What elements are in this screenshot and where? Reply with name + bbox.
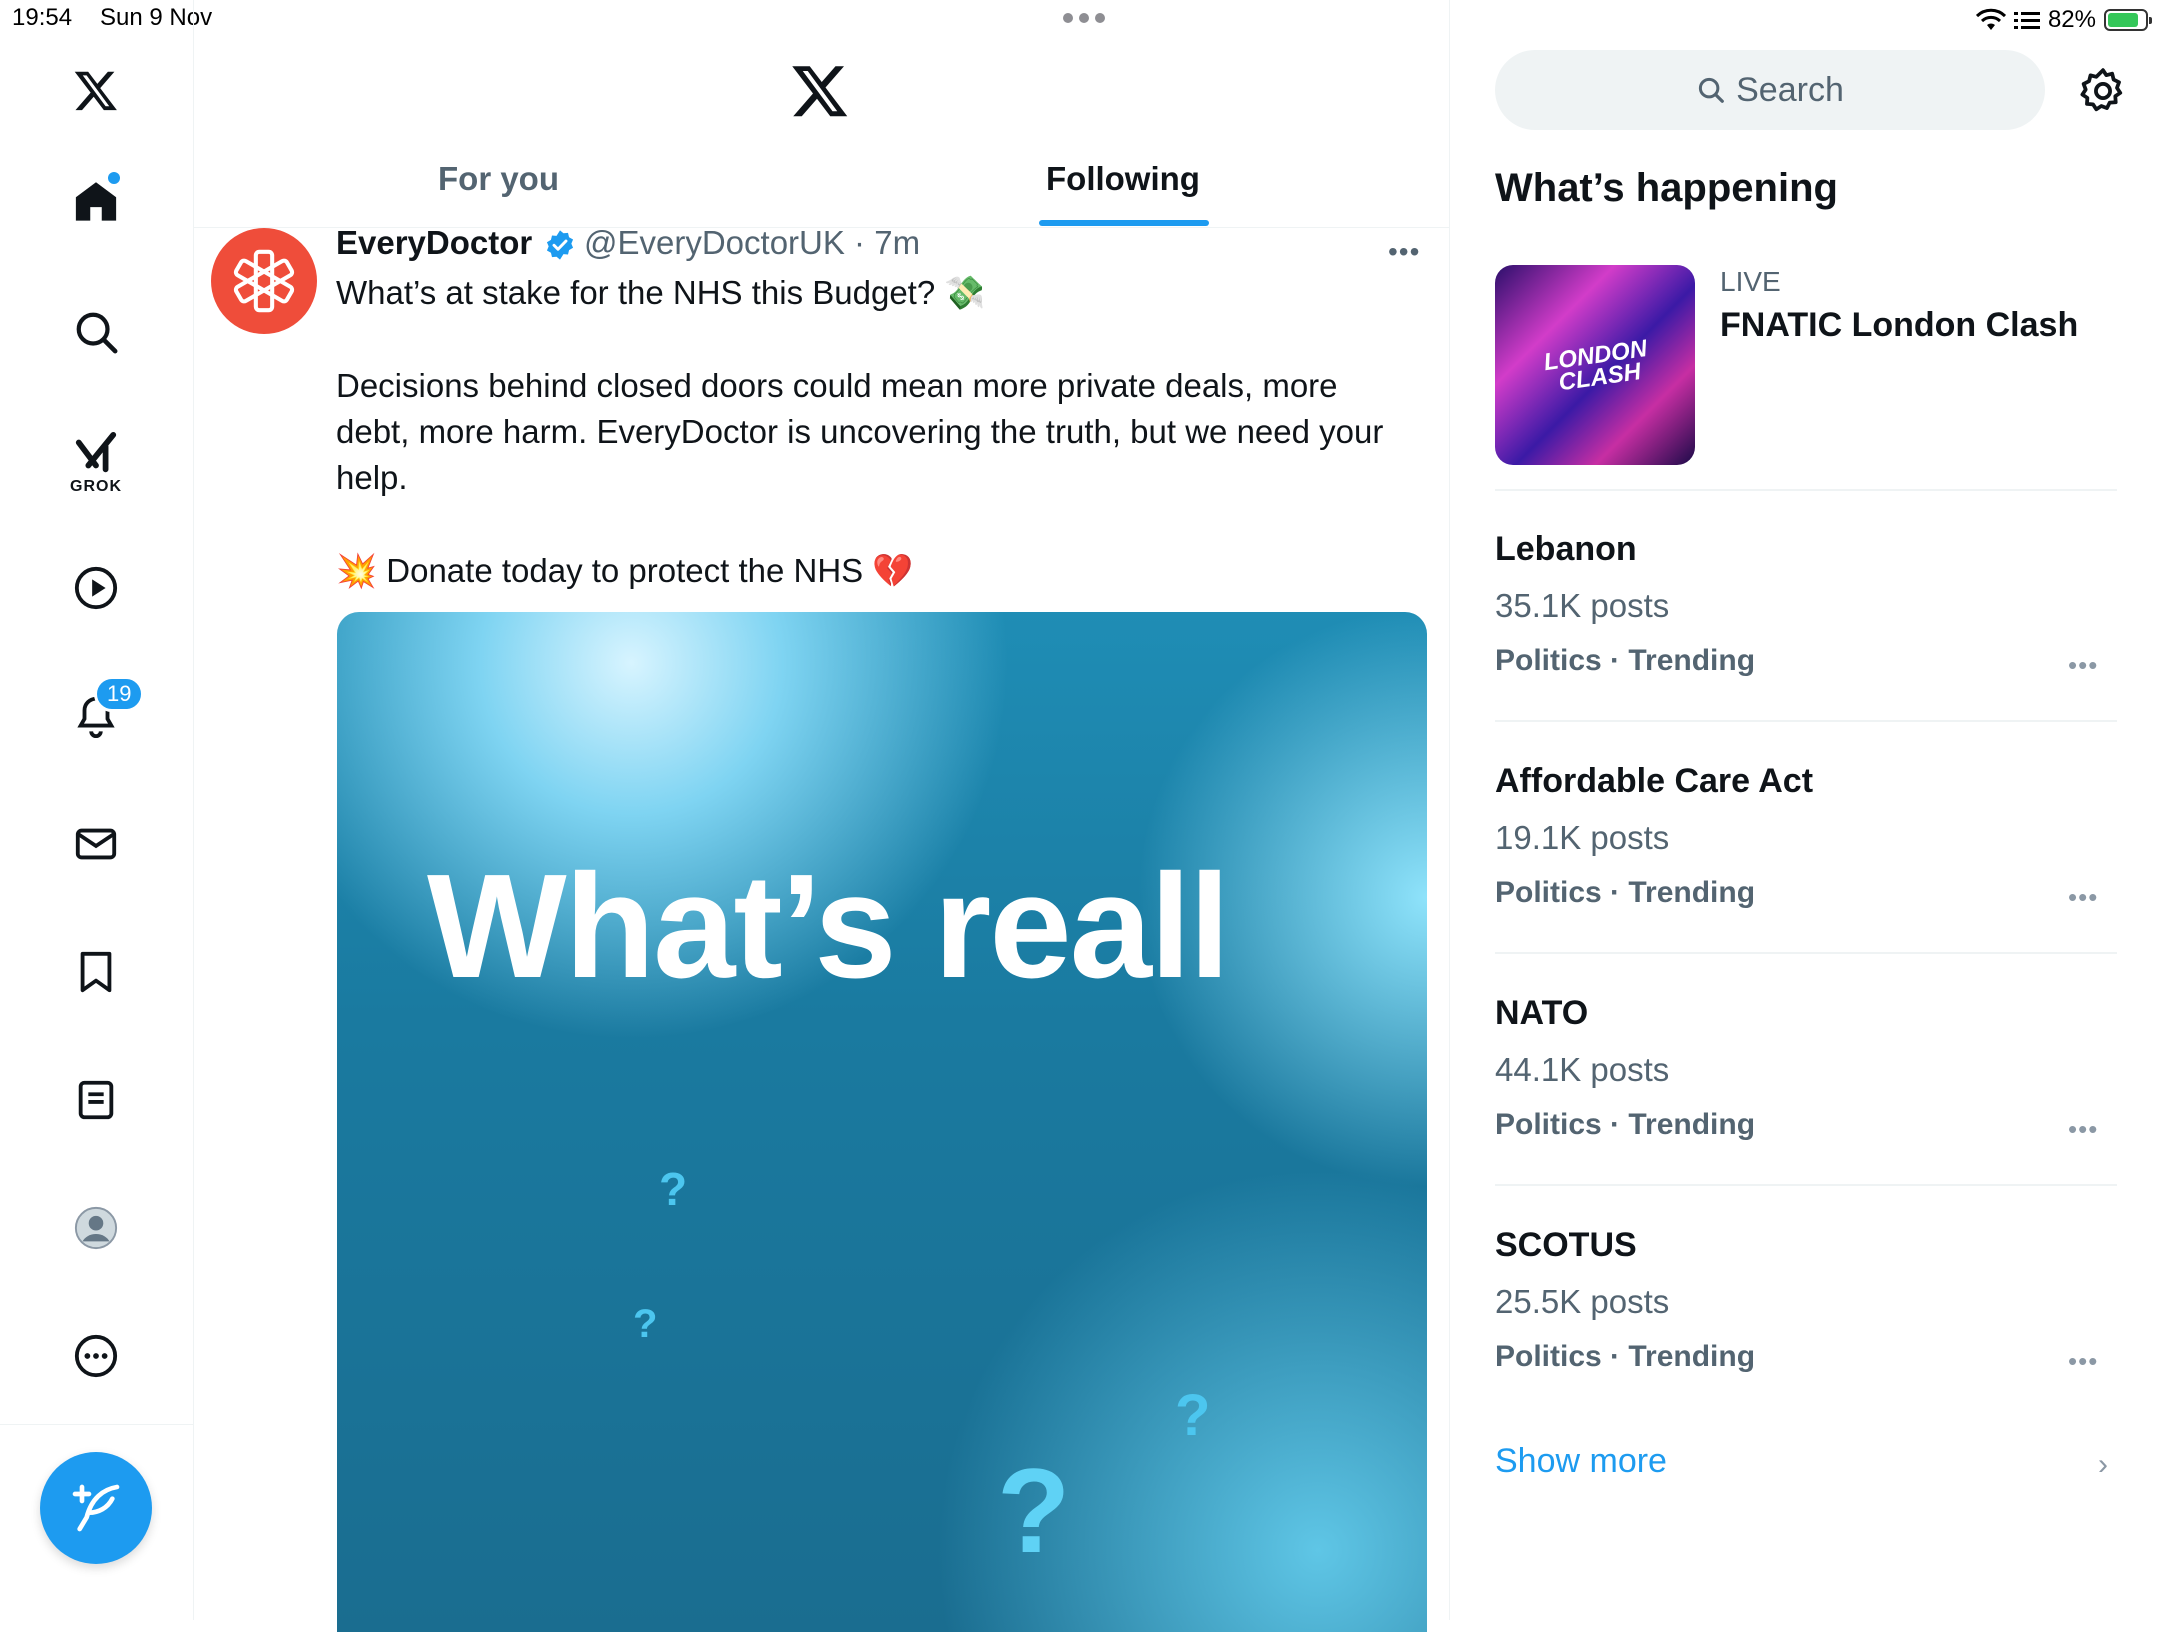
tweet-more-icon[interactable]: ••• [1388, 236, 1420, 268]
compose-icon [72, 1484, 120, 1532]
trend-more-icon[interactable]: ••• [2068, 650, 2098, 681]
x-logo-icon[interactable] [790, 60, 850, 120]
active-tab-indicator [1039, 220, 1209, 226]
show-more-link[interactable]: Show more [1495, 1442, 1667, 1481]
more-circle-icon[interactable] [64, 1324, 128, 1388]
search-input[interactable]: Search [1495, 50, 2045, 130]
question-mark-decoration: ? [1175, 1383, 1211, 1448]
notification-badge: 19 [94, 676, 145, 712]
tweet-author-name[interactable]: EveryDoctor [336, 224, 532, 262]
trend-name: Lebanon [1495, 530, 1637, 568]
trend-divider [1495, 720, 2117, 722]
tab-following[interactable]: Following [1046, 160, 1200, 198]
trend-category: Politics · Trending [1495, 1108, 1756, 1141]
tweet-text-line: What’s at stake for the NHS this Budget?… [336, 274, 986, 311]
whats-happening-heading: What’s happening [1495, 166, 1838, 210]
trend-post-count: 19.1K posts [1495, 819, 1670, 856]
live-event-thumbnail[interactable]: LONDON CLASH [1495, 265, 1695, 465]
compose-button[interactable] [40, 1452, 152, 1564]
tweet-avatar[interactable] [211, 228, 317, 334]
mail-icon[interactable] [64, 812, 128, 876]
list-icon[interactable] [64, 1068, 128, 1132]
grok-icon[interactable] [64, 422, 128, 486]
chevron-right-icon: › [2098, 1448, 2108, 1481]
tweet-video-media[interactable]: What’s reall ? ? ? ? [337, 612, 1427, 1632]
search-icon [1699, 77, 1724, 103]
trend-name: NATO [1495, 994, 1589, 1032]
tweet-text-line: debt, more harm. EveryDoctor is uncoveri… [336, 413, 1384, 450]
trend-category: Politics · Trending [1495, 644, 1756, 677]
trend-category: Politics · Trending [1495, 876, 1756, 909]
tweet-text-line: help. [336, 459, 408, 496]
bookmark-icon[interactable] [64, 940, 128, 1004]
question-mark-decoration: ? [997, 1444, 1071, 1578]
gear-icon[interactable] [2078, 66, 2128, 116]
tab-for-you[interactable]: For you [438, 160, 559, 198]
trend-divider [1495, 489, 2117, 491]
medical-cross-logo-icon [233, 249, 295, 313]
play-icon[interactable] [64, 556, 128, 620]
trend-divider [1495, 1184, 2117, 1186]
x-logo-icon[interactable] [64, 58, 128, 122]
trend-more-icon[interactable]: ••• [2068, 1346, 2098, 1377]
trend-post-count: 25.5K posts [1495, 1283, 1670, 1320]
left-sidebar: GROK 19 [0, 0, 194, 1620]
trend-more-icon[interactable]: ••• [2068, 1114, 2098, 1145]
avatar-icon[interactable] [64, 1196, 128, 1260]
search-icon[interactable] [64, 300, 128, 364]
trend-post-count: 44.1K posts [1495, 1051, 1670, 1088]
trend-post-count: 35.1K posts [1495, 587, 1670, 624]
question-mark-decoration: ? [633, 1302, 658, 1346]
search-placeholder: Search [1736, 70, 1844, 109]
bell-icon[interactable]: 19 [64, 676, 145, 748]
question-mark-decoration: ? [659, 1163, 688, 1215]
live-label: LIVE [1720, 266, 1781, 297]
tweet-text-line: 💥 Donate today to protect the NHS 💔 [336, 552, 914, 589]
home-icon[interactable] [64, 170, 128, 234]
video-caption-text: What’s reall [427, 844, 1230, 1009]
live-event-title[interactable]: FNATIC London Clash [1720, 306, 2078, 345]
trend-more-icon[interactable]: ••• [2068, 882, 2098, 913]
tweet-handle-time[interactable]: @EveryDoctorUK · 7m [584, 224, 920, 262]
trend-category: Politics · Trending [1495, 1340, 1756, 1373]
sidebar-divider [0, 1424, 193, 1425]
trend-name: SCOTUS [1495, 1226, 1637, 1264]
verified-badge-icon [546, 230, 574, 260]
home-unread-dot [108, 172, 120, 184]
grok-label: GROK [70, 478, 122, 495]
main-timeline: For you Following EveryDoctor @EveryDoct… [194, 0, 1450, 1632]
right-sidebar: Search What’s happening LONDON CLASH LIV… [1450, 0, 2160, 1620]
tweet-text-line: Decisions behind closed doors could mean… [336, 367, 1338, 404]
thumbnail-logo-text: LONDON CLASH [1542, 335, 1651, 396]
trend-divider [1495, 952, 2117, 954]
trend-name: Affordable Care Act [1495, 762, 1814, 800]
